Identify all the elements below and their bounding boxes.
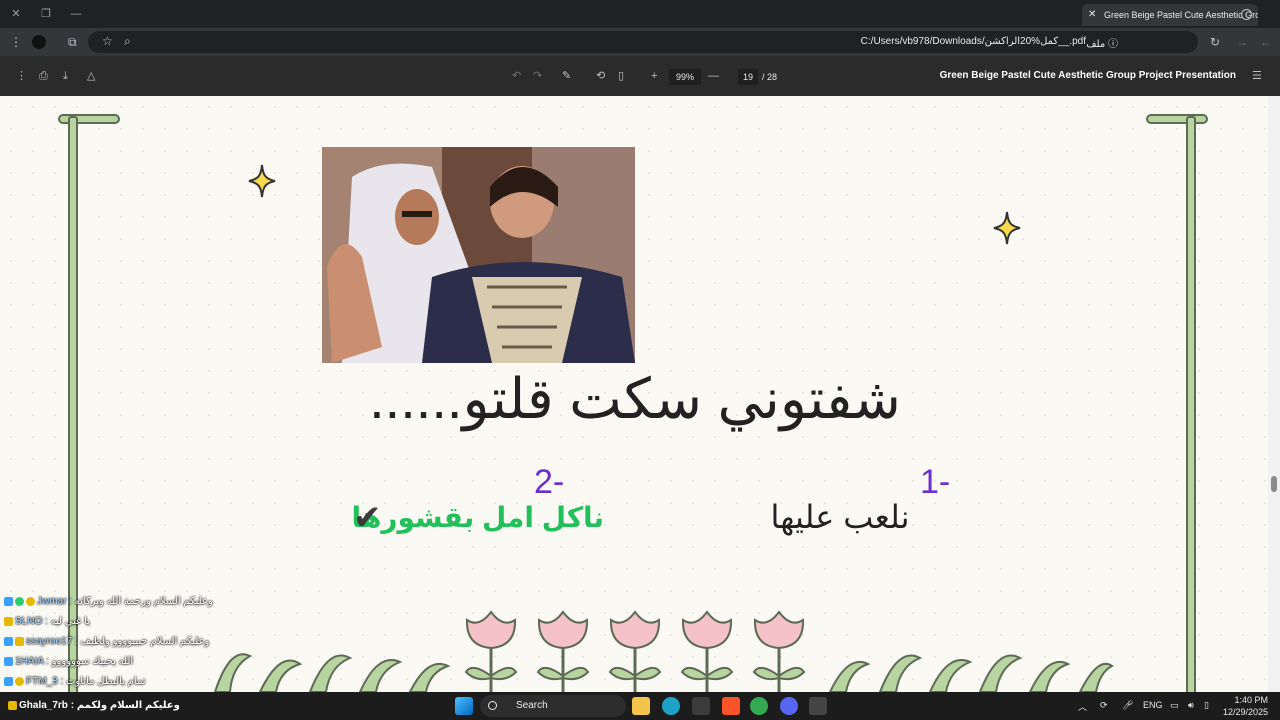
pdf-toolbar: ⋮ ⎙ ⤓ △ ↶ ↷ ✎ ⟲ ▯ + 99% — 19 / 28 Green B… <box>0 56 1280 96</box>
taskbar-clock[interactable]: 1:40 PM 12/29/2025 <box>1223 694 1268 718</box>
zoom-icon[interactable]: ⌕ <box>124 34 131 48</box>
browser-tab[interactable]: ✕ Green Beige Pastel Cute Aesthetic Grou… <box>1082 4 1258 26</box>
chat-line: SLNO : يا غبي ليه <box>4 614 90 630</box>
clock-date: 12/29/2025 <box>1222 707 1268 717</box>
chat-username: FTM_3 <box>26 676 58 687</box>
download-icon[interactable]: ⤓ <box>63 69 68 83</box>
clock-time: 1:40 PM <box>1234 695 1268 705</box>
volume-icon[interactable]: 🔊︎ <box>1188 700 1194 711</box>
restore-window-icon[interactable]: ❐ <box>38 6 54 22</box>
file-explorer-icon[interactable] <box>632 697 650 715</box>
chat-message: يا غبي ليه <box>50 616 90 627</box>
rotate-icon[interactable]: ⟲ <box>596 69 605 83</box>
print-icon[interactable]: ⎙ <box>39 69 48 83</box>
zoom-out-icon[interactable]: — <box>708 69 719 83</box>
meme-image <box>322 147 635 363</box>
chat-username: SLNO <box>15 616 43 627</box>
tab-title: Green Beige Pastel Cute Aesthetic Group … <box>1104 10 1258 20</box>
search-icon <box>488 701 497 710</box>
title-bar: ✕ ❐ — + ✕ Green Beige Pastel Cute Aesthe… <box>0 0 1280 28</box>
language-indicator[interactable]: ENG <box>1143 700 1163 710</box>
edge-icon[interactable] <box>662 697 680 715</box>
sparkle-icon <box>993 211 1021 245</box>
chat-line: Jwmar : وعليكم السلام ورحمة الله وبركاته <box>4 594 213 610</box>
taskbar-search[interactable]: Search <box>480 695 626 717</box>
option1-text: نلعب عليها <box>770 499 910 535</box>
option2-text: ناكل امل بقشورها <box>351 502 604 533</box>
address-bar-row: ⋮ ⧉ ☆ ⌕ C:/Users/vb978/Downloads/كمل%20ا… <box>0 28 1280 56</box>
store-icon[interactable] <box>692 697 710 715</box>
close-tab-icon[interactable]: ✕ <box>1088 4 1096 26</box>
chrome-icon[interactable] <box>750 697 768 715</box>
redo-icon: ↷ <box>533 70 543 82</box>
file-chip-label: ملف <box>1086 39 1106 50</box>
drive-icon[interactable]: △ <box>87 69 95 83</box>
profile-avatar[interactable] <box>32 35 46 49</box>
stream-overlay-name: Ghala_7rb <box>19 700 68 711</box>
network-icon[interactable]: ▭ <box>1170 700 1179 711</box>
page-total: / 28 <box>762 72 778 82</box>
option2-number: 2- <box>534 463 565 501</box>
sparkle-icon <box>248 164 276 198</box>
chat-username: ssayroo17 <box>26 636 73 647</box>
vertical-scrollbar[interactable] <box>1268 96 1280 692</box>
stream-overlay-message: Ghala_7rb : وعليكم السلام ولكمم <box>8 700 180 711</box>
undo-icon: ↶ <box>512 70 522 82</box>
discord-icon[interactable] <box>780 697 798 715</box>
scrollbar-thumb[interactable] <box>1271 476 1277 492</box>
page-number-input[interactable]: 19 <box>738 69 758 85</box>
extensions-icon[interactable]: ⧉ <box>68 35 77 49</box>
document-title: Green Beige Pastel Cute Aesthetic Group … <box>939 70 1236 81</box>
option1-number: 1- <box>920 463 951 501</box>
page-indicator: 19 / 28 <box>738 69 777 85</box>
stream-overlay-text: : وعليكم السلام ولكمم <box>70 700 180 711</box>
chat-message: وعليكم السلام حبيبوووو ولطيف <box>80 636 210 647</box>
taskbar: Ghala_7rb : وعليكم السلام ولكمم Search ︿… <box>0 692 1280 720</box>
address-field[interactable]: ☆ ⌕ C:/Users/vb978/Downloads/كمل%20الراك… <box>88 31 1198 53</box>
slide-heading: شفتوني سكت قلتو...... <box>369 367 901 430</box>
brave-icon[interactable] <box>722 697 740 715</box>
chat-line: 1HAIA : الله يحييك سوووووو <box>4 654 133 670</box>
tray-chevron-icon[interactable]: ︿ <box>1078 700 1087 713</box>
chat-message: الله يحييك سوووووو <box>51 656 134 667</box>
chat-message: تمام يالبطل ماتاوت <box>66 676 146 687</box>
microphone-icon[interactable]: 🎤︎ <box>1122 700 1133 711</box>
draw-icon[interactable]: ✎ <box>562 69 571 83</box>
reload-icon[interactable]: ↻ <box>1210 35 1220 49</box>
chat-line: FTM_3 : تمام يالبطل ماتاوت <box>4 674 146 690</box>
search-label: Search <box>516 700 548 711</box>
chat-username: Jwmar <box>37 596 67 607</box>
fit-page-icon[interactable]: ▯ <box>618 69 624 83</box>
pdf-page: شفتوني سكت قلتو...... 1- نلعب عليها 2- ن… <box>0 96 1268 692</box>
right-pole-top <box>1146 114 1208 124</box>
globe-icon <box>1241 9 1252 20</box>
forward-icon: → <box>1236 35 1248 49</box>
chat-line: ssayroo17 : وعليكم السلام حبيبوووو ولطيف <box>4 634 209 650</box>
battery-icon[interactable]: ▯ <box>1204 700 1209 711</box>
zoom-in-icon[interactable]: + <box>651 69 657 83</box>
sync-icon[interactable]: ⟳ <box>1100 700 1108 711</box>
outline-menu-icon[interactable]: ☰ <box>1252 69 1262 83</box>
windows-start-icon[interactable] <box>455 697 473 715</box>
file-chip[interactable]: ملف ⓘ <box>1086 35 1118 50</box>
zoom-level[interactable]: 99% <box>669 69 701 85</box>
back-icon: ← <box>1260 35 1272 49</box>
chat-message: وعليكم السلام ورحمة الله وبركاته <box>74 596 213 607</box>
star-icon[interactable]: ☆ <box>102 34 113 48</box>
close-window-icon[interactable]: ✕ <box>8 6 24 22</box>
more-vertical-icon[interactable]: ⋮ <box>10 35 22 49</box>
obs-icon[interactable] <box>809 697 827 715</box>
url-text[interactable]: C:/Users/vb978/Downloads/كمل%20الراكشن__… <box>861 35 1086 49</box>
check-icon: ✔ <box>353 499 382 537</box>
minimize-window-icon[interactable]: — <box>68 6 84 22</box>
chat-username: 1HAIA <box>15 656 44 667</box>
menu-dots-icon[interactable]: ⋮ <box>16 69 27 83</box>
